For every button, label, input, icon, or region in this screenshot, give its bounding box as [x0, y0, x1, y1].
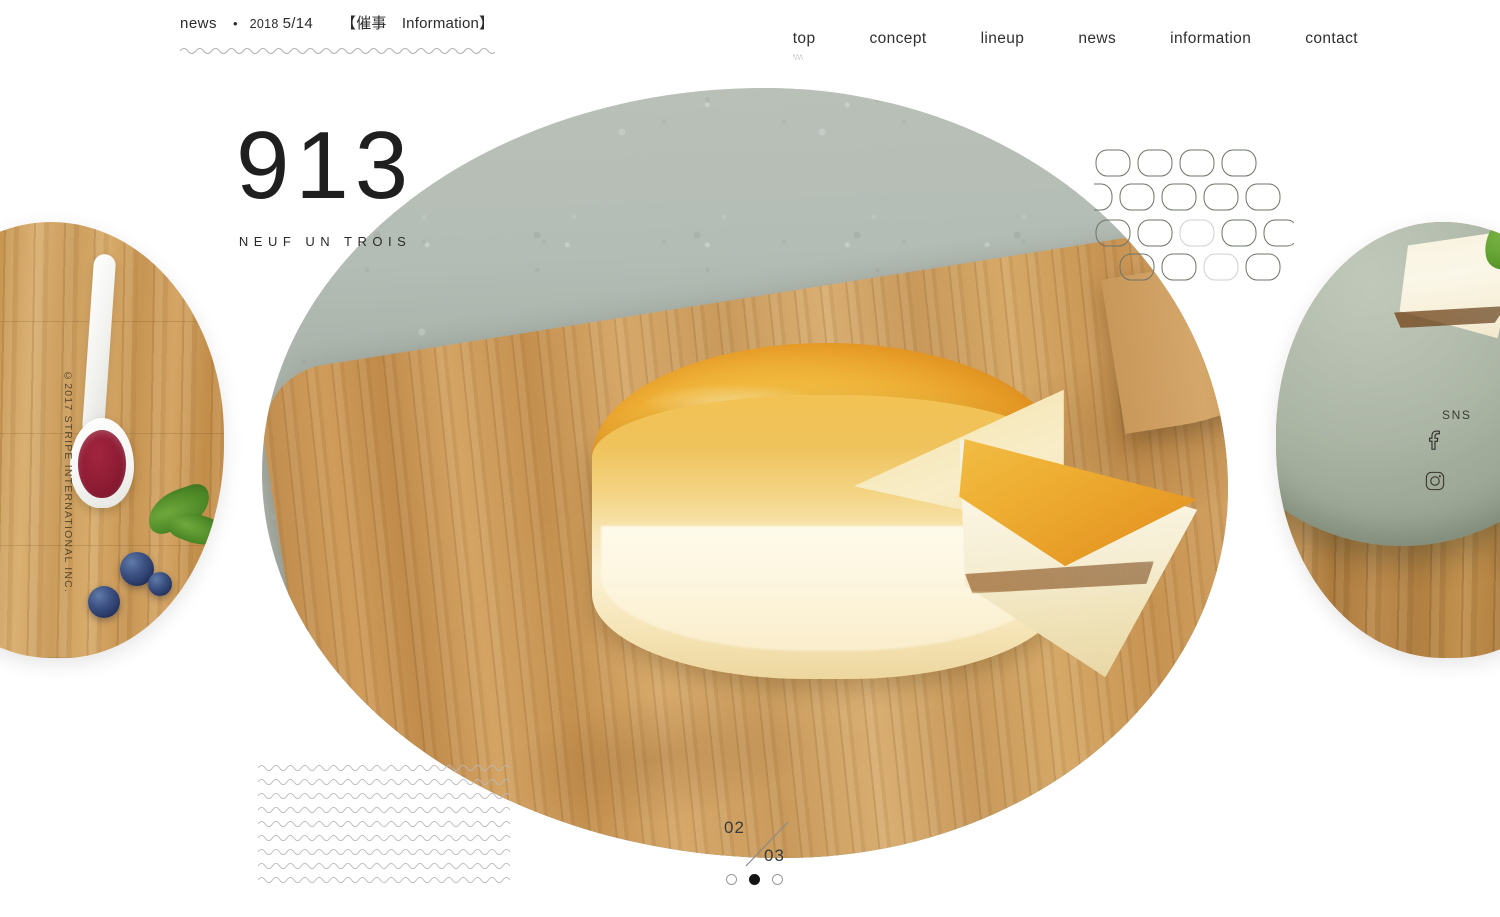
slide-dot-indicators [726, 874, 783, 885]
slide-dot-1[interactable] [726, 874, 737, 885]
nav-active-wave-underline [792, 54, 804, 60]
nav-item-concept[interactable]: concept [869, 30, 926, 48]
sns-block: SNS [1398, 408, 1471, 508]
copyright-text: ©2017 STRIPE INTERNATIONAL INC. [62, 370, 74, 594]
page-root: news • 2018 5/14 【催事 Information】 top co… [0, 0, 1500, 917]
news-ticker-label: news [180, 15, 218, 32]
nav-item-news[interactable]: news [1078, 30, 1116, 48]
slide-counter: 02 03 [718, 818, 818, 874]
nav-label: information [1170, 30, 1252, 47]
main-navigation: top concept lineup news information cont… [792, 30, 1358, 60]
logo-subtitle: NEUF UN TROIS [238, 234, 412, 249]
news-ticker-title: 【催事 Information】 [341, 15, 495, 32]
rounded-square-grid-pattern [1094, 149, 1294, 281]
news-ticker[interactable]: news • 2018 5/14 【催事 Information】 [180, 12, 494, 33]
nav-item-information[interactable]: information [1170, 30, 1251, 48]
nav-label: contact [1305, 30, 1358, 47]
site-logo[interactable]: 913 NEUF UN TROIS [236, 112, 415, 250]
facebook-icon[interactable] [1422, 428, 1448, 454]
sns-label: SNS [1442, 408, 1472, 422]
nav-item-top[interactable]: top [792, 30, 816, 60]
slide-dot-2[interactable] [749, 874, 760, 885]
instagram-icon[interactable] [1422, 468, 1448, 494]
cheesecake-slice [938, 418, 1208, 688]
left-thumbnail-image[interactable] [0, 222, 224, 658]
blueberry [148, 572, 172, 596]
nav-label: news [1078, 30, 1117, 47]
news-ticker-year: 2018 [249, 17, 279, 31]
nav-item-lineup[interactable]: lineup [981, 30, 1025, 48]
news-ticker-date: 5/14 [282, 15, 314, 32]
news-ticker-wave-underline [180, 47, 495, 55]
blueberry [88, 586, 120, 618]
wave-pattern-decoration [258, 764, 510, 884]
nav-label: lineup [980, 30, 1025, 47]
nav-item-contact[interactable]: contact [1305, 30, 1358, 48]
logo-mark: 913 [236, 112, 415, 219]
nav-label: top [792, 30, 816, 47]
news-ticker-bullet: • [233, 16, 238, 31]
slide-total-number: 03 [764, 846, 785, 865]
berry-jam-filling [78, 430, 126, 498]
nav-label: concept [869, 30, 927, 47]
slide-dot-3[interactable] [772, 874, 783, 885]
